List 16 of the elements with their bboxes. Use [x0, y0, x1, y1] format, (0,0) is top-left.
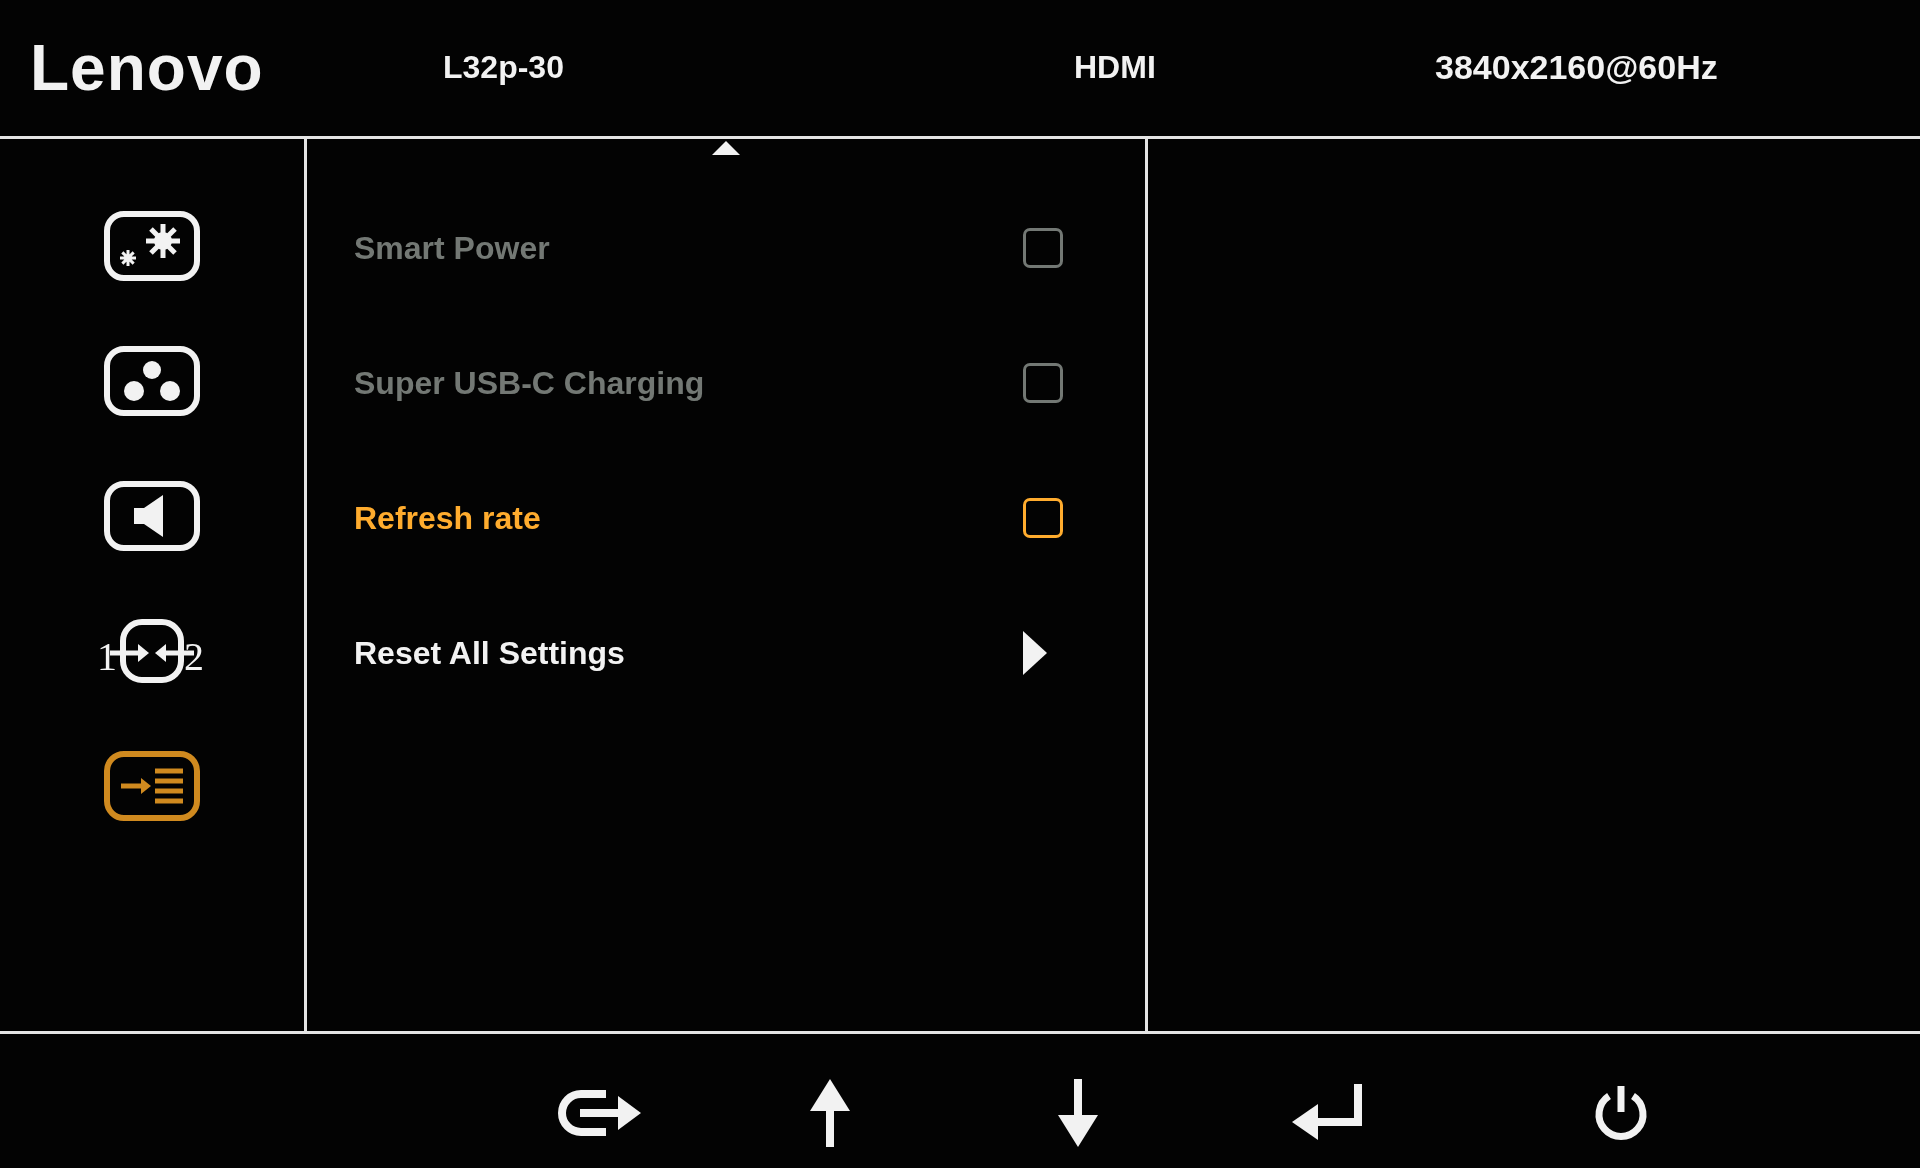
down-arrow-icon[interactable] — [1058, 1079, 1098, 1147]
menu-item[interactable]: Reset All Settings — [354, 636, 625, 669]
checkbox[interactable] — [1023, 497, 1063, 538]
up-triangle-icon — [712, 141, 740, 155]
menu-item[interactable]: Refresh rate — [354, 501, 541, 534]
model-name: L32p-30 — [443, 49, 564, 85]
exit-arrow-icon[interactable] — [558, 1088, 641, 1138]
brightness-icon[interactable] — [103, 209, 201, 282]
color-dots-icon[interactable] — [103, 344, 201, 417]
resolution-text: 3840x2160@60Hz — [1435, 48, 1718, 86]
brand-logo: Lenovo — [30, 32, 264, 104]
submenu-arrow-icon — [1023, 630, 1047, 675]
up-arrow-icon[interactable] — [810, 1079, 850, 1147]
speaker-icon[interactable] — [103, 479, 201, 552]
input-source: HDMI — [1074, 49, 1156, 85]
menu-list-icon[interactable] — [103, 749, 201, 822]
